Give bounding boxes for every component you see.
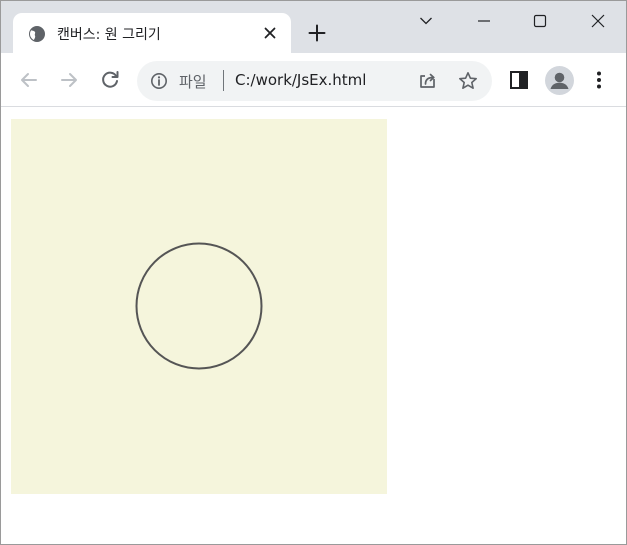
canvas-background [11, 119, 387, 494]
close-icon[interactable] [261, 24, 279, 42]
kebab-menu-icon[interactable] [587, 68, 611, 92]
browser-toolbar: 파일 C:/work/JsEx.html [1, 53, 626, 107]
maximize-icon[interactable] [525, 8, 555, 34]
omnibox-divider [223, 70, 224, 91]
reload-icon[interactable] [98, 68, 122, 92]
star-icon[interactable] [457, 70, 479, 92]
close-window-icon[interactable] [583, 8, 613, 34]
url-text[interactable]: C:/work/JsEx.html [235, 71, 366, 89]
browser-window: 캔버스: 원 그리기 파일 C:/work/JsEx.html [0, 0, 627, 545]
minimize-icon[interactable] [469, 8, 499, 34]
avatar[interactable] [545, 66, 574, 95]
share-icon[interactable] [417, 70, 439, 92]
tab-search-chevron-icon[interactable] [411, 8, 441, 34]
tab-strip: 캔버스: 원 그리기 [1, 1, 626, 53]
active-tab[interactable]: 캔버스: 원 그리기 [13, 13, 291, 53]
tab-title: 캔버스: 원 그리기 [57, 27, 161, 43]
page-content [1, 108, 626, 544]
drawing-canvas[interactable] [11, 119, 387, 494]
back-arrow-icon[interactable] [17, 68, 41, 92]
address-bar[interactable]: 파일 C:/work/JsEx.html [137, 61, 492, 101]
globe-icon [28, 25, 46, 43]
info-icon[interactable] [150, 72, 168, 90]
forward-arrow-icon[interactable] [57, 68, 81, 92]
side-panel-icon[interactable] [507, 68, 531, 92]
plus-icon[interactable] [306, 22, 328, 44]
scheme-label: 파일 [179, 73, 207, 91]
